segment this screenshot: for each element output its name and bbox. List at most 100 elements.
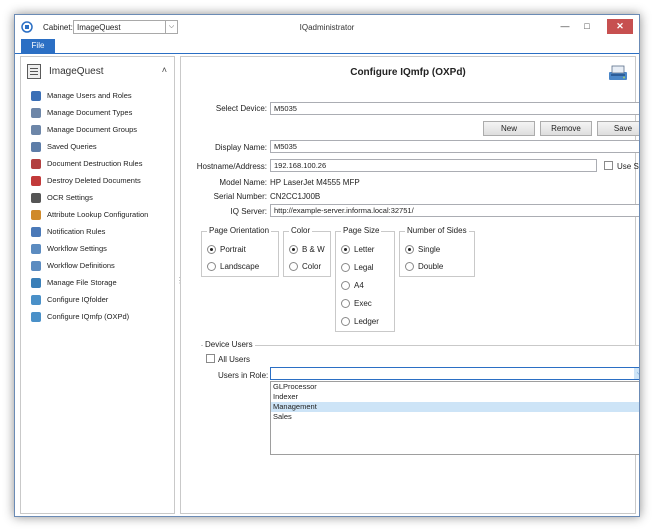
sidebar-item[interactable]: Configure IQmfp (OXPd)	[31, 310, 171, 324]
role-options-list[interactable]: GLProcessor Indexer Management Sales	[270, 381, 639, 455]
bw-radio[interactable]	[289, 245, 298, 254]
landscape-radio[interactable]	[207, 262, 216, 271]
sidebar-item[interactable]: Destroy Deleted Documents	[31, 174, 171, 188]
number-of-sides-title: Number of Sides	[405, 226, 469, 235]
sidebar-item[interactable]: OCR Settings	[31, 191, 171, 205]
sidebar-item-label: Configure IQfolder	[47, 295, 109, 304]
file-storage-icon	[31, 278, 41, 288]
select-device-dropdown[interactable]: M5035 ⌵	[270, 102, 639, 115]
double-radio[interactable]	[405, 262, 414, 271]
role-option[interactable]: Management	[271, 402, 639, 412]
a4-label: A4	[354, 281, 364, 290]
double-label: Double	[418, 262, 444, 271]
users-in-role-dropdown[interactable]: ⌵	[270, 367, 639, 380]
sidebar-item-label: Manage Users and Roles	[47, 91, 132, 100]
page-orientation-group: Page Orientation Portrait Landscape	[201, 226, 279, 277]
portrait-label: Portrait	[220, 245, 246, 254]
serial-number-value: CN2CC1J00B	[270, 192, 321, 201]
sidebar-item-label: Saved Queries	[47, 142, 97, 151]
all-users-label: All Users	[218, 355, 251, 364]
page-size-title: Page Size	[341, 226, 382, 235]
hostname-field[interactable]: 192.168.100.26	[270, 159, 597, 172]
sidebar-item-label: Document Destruction Rules	[47, 159, 143, 168]
letter-radio[interactable]	[341, 245, 350, 254]
sidebar-item[interactable]: Workflow Settings	[31, 242, 171, 256]
users-icon	[31, 91, 41, 101]
a4-radio[interactable]	[341, 281, 350, 290]
role-option[interactable]: Indexer	[271, 392, 639, 402]
legal-radio[interactable]	[341, 263, 350, 272]
legal-label: Legal	[354, 263, 374, 272]
sidebar-item[interactable]: Workflow Definitions	[31, 259, 171, 273]
sidebar-item[interactable]: Manage Document Types	[31, 106, 171, 120]
sidebar-item-label: Manage Document Groups	[47, 125, 138, 134]
bw-label: B & W	[302, 245, 325, 254]
new-button[interactable]: New	[483, 121, 535, 136]
sidebar-item[interactable]: Manage Document Groups	[31, 123, 171, 137]
portrait-radio[interactable]	[207, 245, 216, 254]
serial-number-label: Serial Number:	[213, 192, 267, 201]
save-button[interactable]: Save	[597, 121, 639, 136]
letter-label: Letter	[354, 245, 375, 254]
sidebar-item[interactable]: Notification Rules	[31, 225, 171, 239]
hostname-label: Hostname/Address:	[196, 162, 267, 171]
workflow-settings-icon	[31, 244, 41, 254]
workflow-definitions-icon	[31, 261, 41, 271]
single-radio[interactable]	[405, 245, 414, 254]
destroy-icon	[31, 176, 41, 186]
notification-icon	[31, 227, 41, 237]
role-option[interactable]: Sales	[271, 412, 639, 422]
display-name-field[interactable]: M5035	[270, 140, 639, 153]
sidebar-item[interactable]: Manage Users and Roles	[31, 89, 171, 103]
minimize-button[interactable]: —	[555, 19, 575, 34]
number-of-sides-group: Number of Sides Single Double	[399, 226, 475, 277]
color-option-label: Color	[302, 262, 322, 271]
users-in-role-label: Users in Role:	[218, 371, 269, 380]
document-groups-icon	[31, 125, 41, 135]
chevron-down-icon[interactable]: ⌵	[634, 368, 639, 379]
iq-server-field[interactable]: http://example-server.informa.local:3275…	[270, 204, 639, 217]
sidebar-item-label: Manage Document Types	[47, 108, 133, 117]
file-menu-tab[interactable]: File	[21, 39, 55, 53]
iq-server-label: IQ Server:	[230, 207, 267, 216]
color-radio[interactable]	[289, 262, 298, 271]
saved-queries-icon	[31, 142, 41, 152]
all-users-checkbox[interactable]	[206, 354, 215, 363]
maximize-button[interactable]: □	[577, 19, 597, 34]
close-button[interactable]: ✕	[607, 19, 633, 34]
landscape-label: Landscape	[220, 262, 260, 271]
remove-button[interactable]: Remove	[540, 121, 592, 136]
iqmfp-icon	[31, 312, 41, 322]
sidebar-header[interactable]: ImageQuest ˄	[27, 63, 169, 81]
chevron-down-icon[interactable]: ⌵	[638, 103, 639, 114]
sidebar-item[interactable]: Configure IQfolder	[31, 293, 171, 307]
app-window: Cabinet: ImageQuest ⌵ IQadministrator — …	[14, 14, 640, 517]
role-option[interactable]: GLProcessor	[271, 382, 639, 392]
printer-icon	[609, 65, 627, 80]
display-name-label: Display Name:	[214, 143, 267, 152]
select-device-value: M5035	[274, 104, 297, 113]
sidebar-item[interactable]: Manage File Storage	[31, 276, 171, 290]
page-title: Configure IQmfp (OXPd)	[350, 67, 466, 78]
sidebar-item[interactable]: Document Destruction Rules	[31, 157, 171, 171]
collapse-icon[interactable]: ˄	[162, 65, 167, 75]
use-ssl-checkbox[interactable]	[604, 161, 613, 170]
device-users-title: Device Users	[203, 340, 255, 349]
select-device-label: Select Device:	[215, 104, 267, 113]
sidebar-item-label: Manage File Storage	[47, 278, 117, 287]
lookup-icon	[31, 210, 41, 220]
sidebar: ImageQuest ˄ Manage Users and Roles Manag…	[20, 56, 175, 514]
sidebar-item-label: Destroy Deleted Documents	[47, 176, 141, 185]
iqfolder-icon	[31, 295, 41, 305]
use-ssl-label: Use SSL	[617, 162, 639, 171]
exec-radio[interactable]	[341, 299, 350, 308]
sidebar-item[interactable]: Saved Queries	[31, 140, 171, 154]
window-title: IQadministrator	[299, 23, 355, 32]
model-name-value: HP LaserJet M4555 MFP	[270, 178, 360, 187]
sidebar-item-label: Workflow Settings	[47, 244, 107, 253]
ledger-radio[interactable]	[341, 317, 350, 326]
sidebar-item-label: Attribute Lookup Configuration	[47, 210, 149, 219]
sidebar-item[interactable]: Attribute Lookup Configuration	[31, 208, 171, 222]
splitter-handle[interactable]: ⋮	[176, 277, 184, 291]
destruction-rules-icon	[31, 159, 41, 169]
